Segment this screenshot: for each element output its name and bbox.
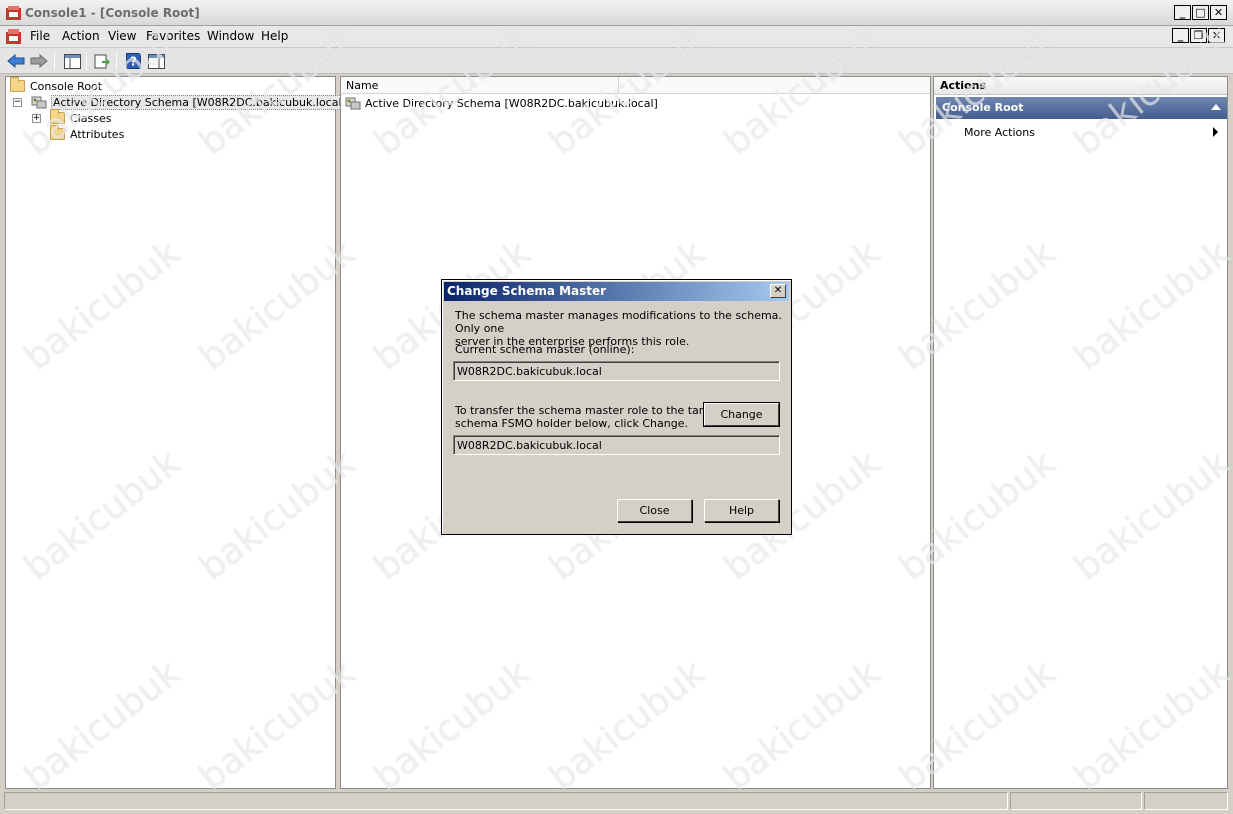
tree-item-label: Active Directory Schema [W08R2DC.bakicub… [51,94,348,110]
child-window-controls: _ ❐ ✕ [1172,28,1225,43]
forward-arrow-icon [30,54,48,68]
action-more-actions[interactable]: More Actions [964,126,1035,139]
target-master-field: W08R2DC.bakicubuk.local [453,435,780,455]
actions-pane: Actions Console Root More Actions [933,76,1228,789]
status-cell [1010,792,1142,810]
menu-action[interactable]: Action [59,29,103,43]
console-tree-pane: Console Root − Active Directory Schema [… [5,76,348,789]
show-hide-action-pane-button[interactable] [146,51,166,71]
toolbar: ? [0,48,1233,74]
dialog-close-button[interactable]: ✕ [770,284,786,298]
menu-bar: File Action View Favorites Window Help _… [0,26,1233,48]
window-title: Console1 - [Console Root] [25,6,200,20]
child-close-button[interactable]: ✕ [1208,28,1225,43]
child-minimize-button[interactable]: _ [1172,28,1189,43]
export-list-icon [94,54,110,68]
console-tree-icon [63,53,81,69]
toolbar-separator [54,52,55,70]
dialog-title: Change Schema Master [447,284,607,298]
schema-snapin-icon [345,97,361,110]
tree-item-attributes[interactable]: Attributes [50,125,125,142]
list-item[interactable]: Active Directory Schema [W08R2DC.bakicub… [345,96,658,110]
maximize-button[interactable]: □ [1192,5,1209,20]
column-header-row: Name [341,77,930,94]
submenu-arrow-icon [1213,127,1218,137]
tree-item-label: Console Root [30,79,103,93]
menu-view[interactable]: View [105,29,139,43]
actions-header: Actions [934,77,1227,95]
menu-help[interactable]: Help [258,29,291,43]
toolbar-separator [86,52,87,70]
dialog-title-bar: Change Schema Master ✕ [444,282,789,301]
tree-item-console-root[interactable]: Console Root [10,77,103,94]
collapse-arrow-icon[interactable] [1211,104,1221,110]
export-list-button[interactable] [92,51,112,71]
list-item-label: Active Directory Schema [W08R2DC.bakicub… [365,96,658,110]
help-icon: ? [125,53,141,69]
transfer-instructions: To transfer the schema master role to th… [455,404,735,430]
help-dialog-button[interactable]: Help [704,499,779,522]
tree-item-label: Classes [70,111,112,125]
tree-item-label: Attributes [70,127,125,141]
change-schema-master-dialog: Change Schema Master ✕ The schema master… [441,279,792,535]
status-bar [4,792,1228,810]
tree-item-classes[interactable]: + Classes [32,109,112,126]
help-toolbar-button[interactable]: ? [123,51,143,71]
close-button[interactable]: ✕ [1210,5,1227,20]
transfer-line: To transfer the schema master role to th… [455,404,735,417]
actions-section-title: Console Root [942,101,1024,114]
folder-icon [50,109,65,124]
status-cell [1144,792,1228,810]
transfer-line: schema FSMO holder below, click Change. [455,417,688,430]
description-line: The schema master manages modifications … [455,309,782,335]
child-restore-button[interactable]: ❐ [1190,28,1207,43]
menu-window[interactable]: Window [204,29,257,43]
menu-file[interactable]: File [27,29,53,43]
title-bar: Console1 - [Console Root] _ □ ✕ [0,0,1233,26]
minimize-button[interactable]: _ [1174,5,1191,20]
forward-button[interactable] [29,51,49,71]
window-controls: _ □ ✕ [1174,5,1227,20]
svg-text:?: ? [130,55,137,69]
schema-snapin-icon [31,96,47,109]
tree-item-active-directory-schema[interactable]: − Active Directory Schema [W08R2DC.bakic… [13,94,348,110]
change-button[interactable]: Change [703,402,780,427]
close-icon: ✕ [773,285,783,296]
actions-section-console-root[interactable]: Console Root [936,97,1227,119]
current-master-label: Current schema master (online): [455,343,635,356]
toolbar-separator [116,52,117,70]
expand-toggle[interactable]: + [32,113,41,123]
show-hide-console-tree-button[interactable] [62,51,82,71]
current-master-field: W08R2DC.bakicubuk.local [453,361,780,381]
status-cell [4,792,1008,810]
mmc-app-icon [6,6,21,20]
console-document-icon[interactable] [6,29,21,44]
back-arrow-icon [7,54,25,68]
menu-favorites[interactable]: Favorites [143,29,203,43]
close-dialog-button[interactable]: Close [617,499,692,522]
folder-icon [10,77,25,92]
back-button[interactable] [6,51,26,71]
collapse-toggle[interactable]: − [13,97,22,107]
column-header-name[interactable]: Name [341,77,619,94]
folder-icon [50,125,65,140]
action-pane-icon [147,53,165,69]
